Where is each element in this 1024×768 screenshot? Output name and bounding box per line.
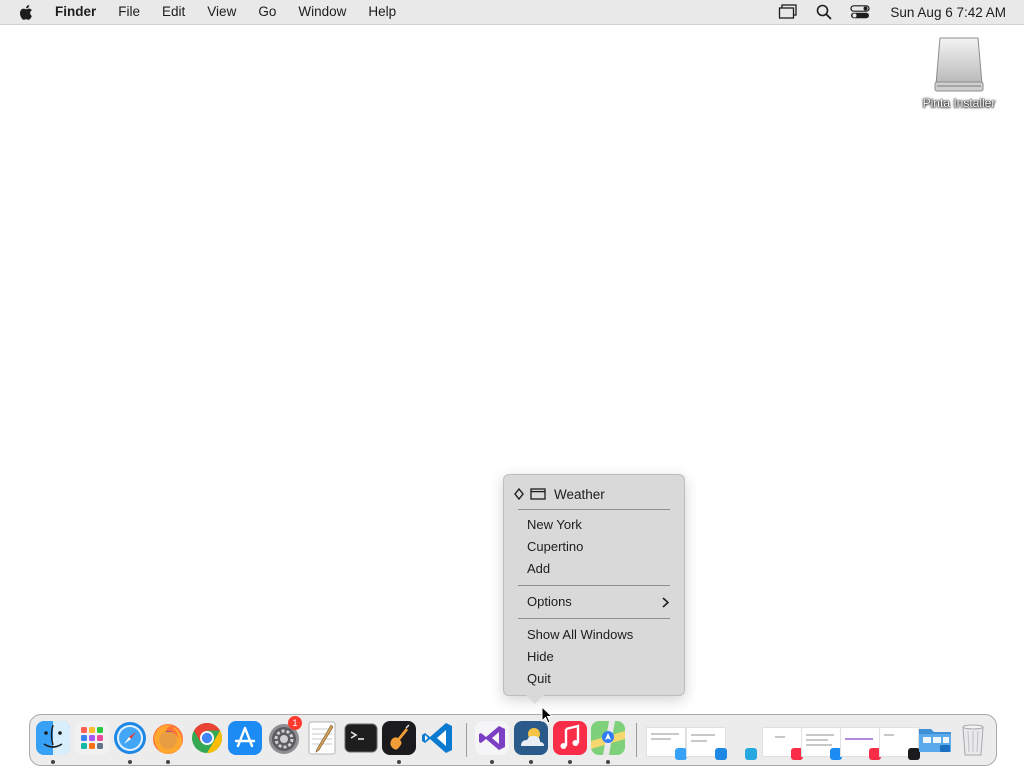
menu-bar-clock[interactable]: Sun Aug 6 7:42 AM <box>890 5 1006 20</box>
menu-bar: Finder File Edit View Go Window Help Sun… <box>0 0 1024 25</box>
dock-divider <box>466 723 467 757</box>
diamond-icon <box>514 488 524 500</box>
vscode-icon[interactable] <box>419 719 457 757</box>
menu-divider <box>518 509 670 510</box>
minimized-window[interactable] <box>762 727 803 760</box>
running-indicator <box>529 760 533 764</box>
desktop-disk-item[interactable]: Pinta Installer <box>912 34 1006 112</box>
terminal-icon[interactable] <box>342 719 380 757</box>
firefox-icon[interactable] <box>149 719 187 757</box>
weather-icon[interactable] <box>512 719 550 757</box>
control-center-icon[interactable] <box>850 3 871 21</box>
running-indicator <box>490 760 494 764</box>
music-icon[interactable] <box>551 719 589 757</box>
menu-file[interactable]: File <box>107 0 151 24</box>
dock-context-menu: Weather New York Cupertino Add Options S… <box>503 474 685 704</box>
running-indicator <box>166 760 170 764</box>
trash-icon[interactable] <box>954 719 992 757</box>
settings-icon[interactable]: 1 <box>265 716 303 757</box>
external-disk-icon <box>930 34 988 94</box>
chevron-right-icon <box>662 593 670 611</box>
maps-icon[interactable] <box>589 719 627 757</box>
menu-divider <box>518 618 670 619</box>
menu-window[interactable]: Window <box>287 0 357 24</box>
minimized-window[interactable] <box>840 727 881 760</box>
running-indicator <box>606 760 610 764</box>
menu-divider <box>518 585 670 586</box>
minimized-window[interactable] <box>686 727 727 760</box>
window-icon <box>530 488 546 500</box>
minimized-window[interactable] <box>646 727 687 760</box>
minimized-window[interactable] <box>801 727 842 760</box>
options-label: Options <box>527 594 572 609</box>
display-icon[interactable] <box>778 3 798 21</box>
downloads-folder-icon[interactable] <box>916 719 954 757</box>
dock: 1 <box>29 714 997 766</box>
window-title: Weather <box>554 486 605 502</box>
running-indicator <box>397 760 401 764</box>
menu-item-quit[interactable]: Quit <box>527 670 672 688</box>
notification-badge: 1 <box>288 716 302 730</box>
window-list-item-weather[interactable]: Weather <box>514 485 674 503</box>
app-store-icon[interactable] <box>226 719 264 757</box>
garageband-icon[interactable] <box>380 719 418 757</box>
dock-divider <box>636 723 637 757</box>
textedit-icon[interactable] <box>303 719 341 757</box>
launchpad-icon[interactable] <box>73 719 111 757</box>
minimized-window[interactable] <box>879 727 920 760</box>
menu-item-show-all-windows[interactable]: Show All Windows <box>527 626 672 644</box>
menu-item-add[interactable]: Add <box>527 560 672 578</box>
menu-finder[interactable]: Finder <box>55 0 107 24</box>
menu-edit[interactable]: Edit <box>151 0 196 24</box>
visual-studio-icon[interactable] <box>473 719 511 757</box>
mouse-cursor-icon <box>541 706 553 724</box>
running-indicator <box>51 760 55 764</box>
running-indicator <box>128 760 132 764</box>
apple-logo-icon[interactable] <box>19 4 35 20</box>
finder-icon[interactable] <box>34 719 72 757</box>
menu-help[interactable]: Help <box>357 0 407 24</box>
safari-icon[interactable] <box>111 719 149 757</box>
menu-view[interactable]: View <box>196 0 247 24</box>
search-icon[interactable] <box>814 3 834 21</box>
menu-item-options[interactable]: Options <box>527 593 672 611</box>
menu-item-new-york[interactable]: New York <box>527 516 672 534</box>
disk-label: Pinta Installer <box>922 96 996 110</box>
menu-item-cupertino[interactable]: Cupertino <box>527 538 672 556</box>
running-indicator <box>568 760 572 764</box>
menu-go[interactable]: Go <box>247 0 287 24</box>
chrome-icon[interactable] <box>188 719 226 757</box>
menu-item-hide[interactable]: Hide <box>527 648 672 666</box>
minimized-window[interactable] <box>726 727 766 760</box>
